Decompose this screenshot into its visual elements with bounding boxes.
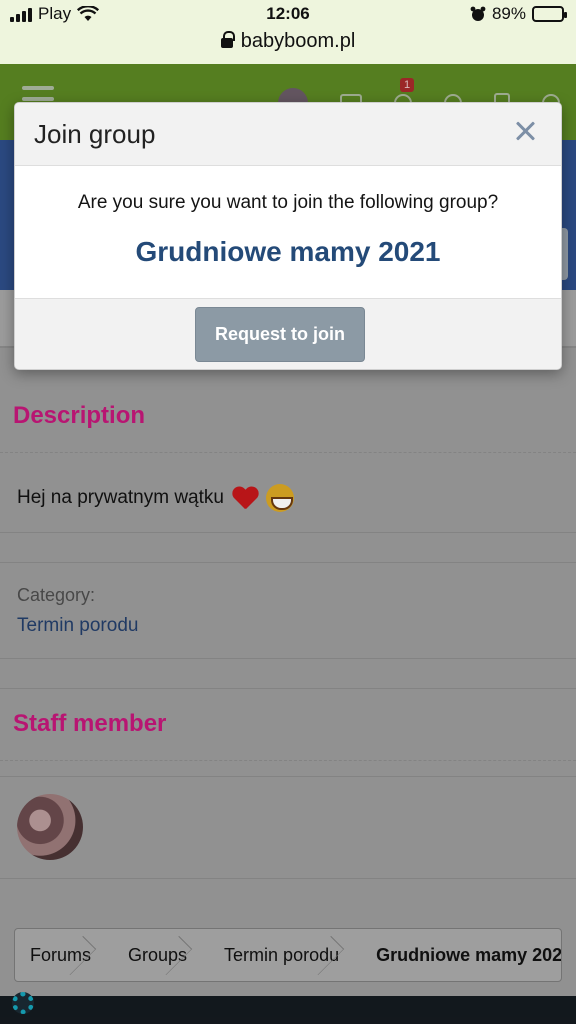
group-name: Grudniowe mamy 2021 (135, 236, 441, 267)
lock-icon (220, 31, 235, 48)
dialog-title: Join group (34, 119, 156, 149)
alarm-icon (470, 6, 486, 21)
dialog-question: Are you sure you want to join the follow… (77, 192, 499, 213)
request-to-join-button[interactable]: Request to join (195, 307, 365, 362)
battery-group: 89% (470, 4, 567, 24)
dialog-header: Join group (15, 103, 561, 166)
dialog-footer: Request to join (15, 298, 561, 369)
battery-icon (532, 6, 567, 22)
address-bar[interactable]: babyboom.pl (0, 30, 576, 53)
battery-percent: 89% (491, 4, 526, 23)
url-text: babyboom.pl (240, 30, 356, 52)
dialog-body: Are you sure you want to join the follow… (15, 166, 561, 298)
join-group-dialog: Join group Are you sure you want to join… (14, 102, 562, 370)
close-icon[interactable] (511, 117, 539, 145)
status-bar: Play 12:06 89% babyboom.pl (0, 0, 576, 64)
